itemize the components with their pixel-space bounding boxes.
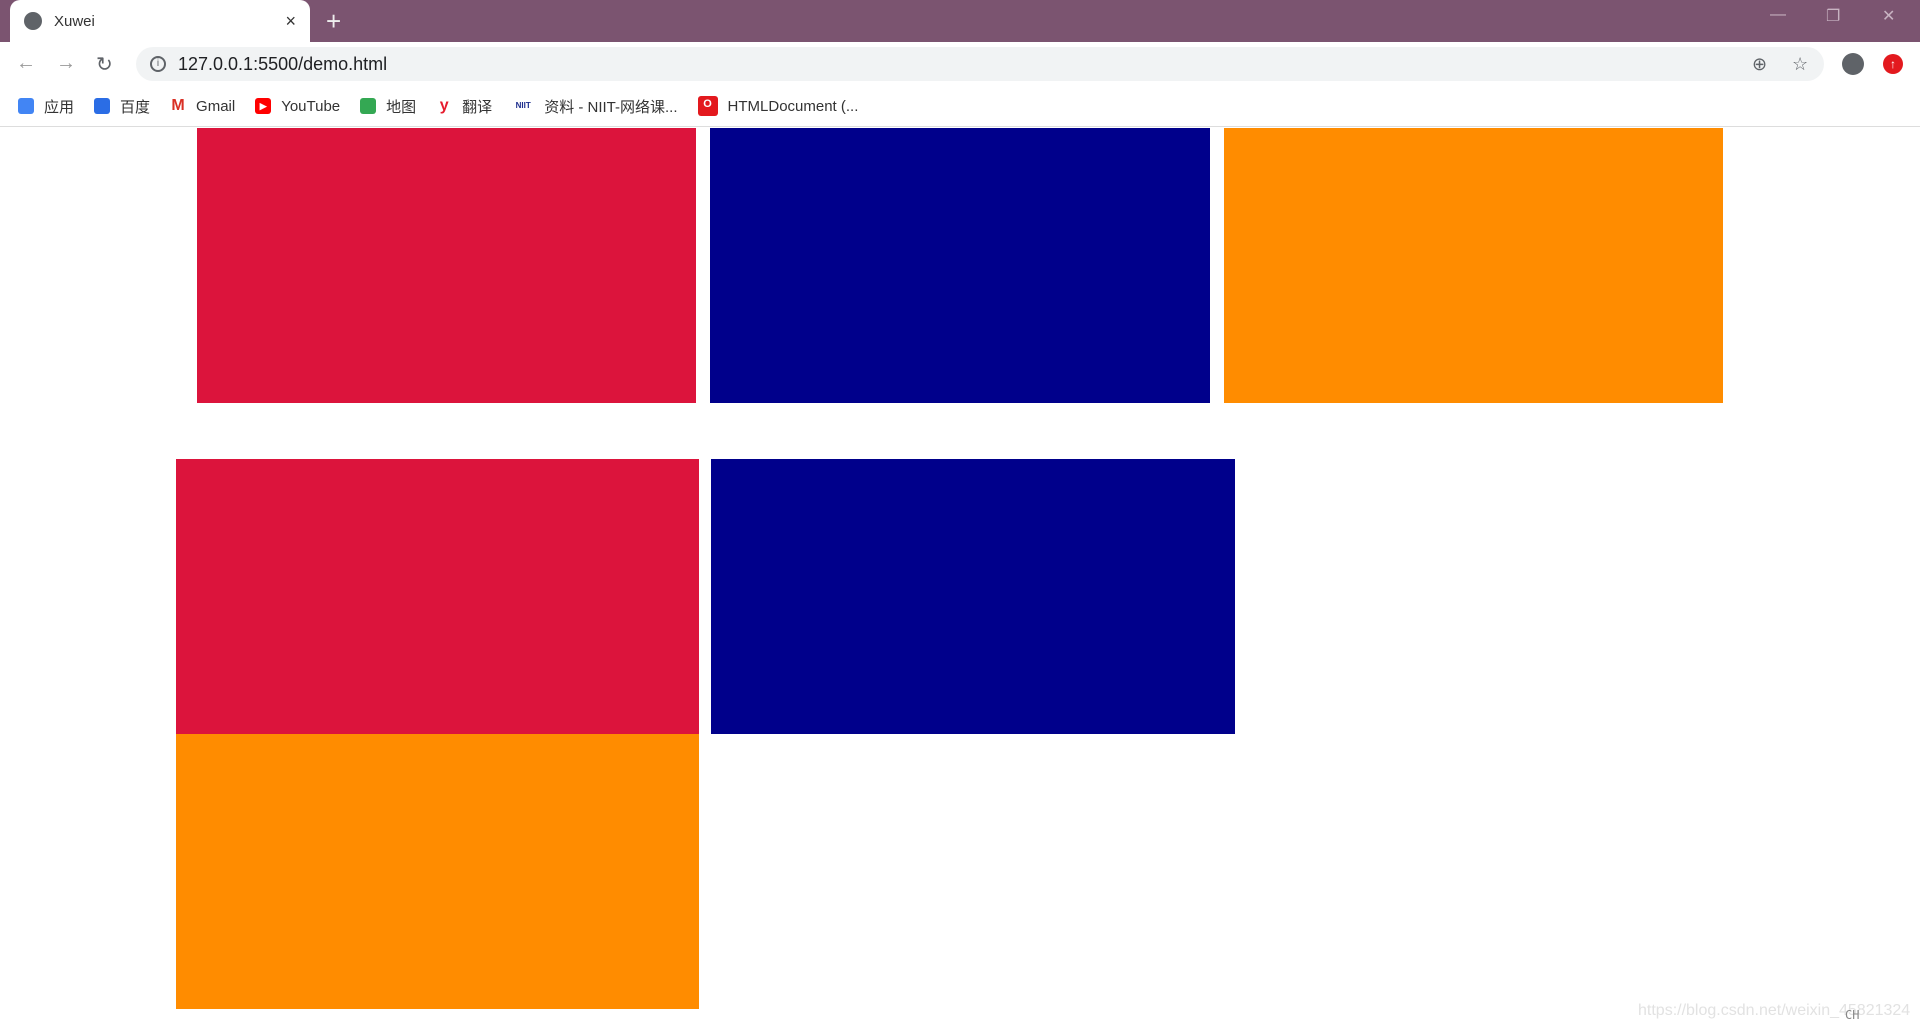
- oracle-icon: O: [697, 96, 718, 116]
- box-red-row1: [197, 128, 696, 403]
- tab-xuwei[interactable]: Xuwei ×: [10, 0, 310, 42]
- bookmark-htmldocument[interactable]: O HTMLDocument (...: [697, 96, 858, 116]
- bookmark-maps[interactable]: 地图: [360, 96, 416, 117]
- url-text[interactable]: 127.0.0.1:5500/demo.html: [178, 54, 387, 75]
- maps-pin-icon: [360, 98, 377, 114]
- gmail-icon: M: [170, 97, 187, 114]
- bookmarks-bar: 应用 百度 M Gmail ▶ YouTube 地图 y 翻译 NIIT 资料 - NI…: [0, 86, 1920, 127]
- box-red-row2: [176, 459, 699, 734]
- tab-title: Xuwei: [54, 12, 95, 30]
- watermark: https://blog.csdn.net/weixin_45821324: [1638, 1002, 1911, 1019]
- box-blue-row1: [710, 128, 1210, 403]
- reload-icon[interactable]: ↻: [96, 52, 113, 77]
- globe-icon: [24, 12, 42, 30]
- zoom-icon[interactable]: ⊕: [1752, 54, 1767, 75]
- new-tab-button[interactable]: +: [326, 6, 341, 37]
- back-icon[interactable]: ←: [16, 52, 36, 75]
- bookmark-gmail[interactable]: M Gmail: [170, 98, 235, 115]
- info-icon[interactable]: i: [150, 56, 166, 72]
- restore-icon[interactable]: ❐: [1826, 6, 1840, 26]
- profile-avatar-icon[interactable]: [1842, 53, 1864, 75]
- minimize-icon[interactable]: —: [1770, 6, 1786, 24]
- box-orange-row2: [176, 734, 699, 1009]
- bookmark-baidu[interactable]: 百度: [94, 96, 150, 117]
- box-blue-row2: [711, 459, 1235, 734]
- bookmark-star-icon[interactable]: ☆: [1792, 54, 1808, 75]
- youtube-icon: ▶: [255, 98, 272, 114]
- forward-icon[interactable]: →: [56, 52, 76, 75]
- update-icon[interactable]: ↑: [1883, 54, 1903, 74]
- close-tab-icon[interactable]: ×: [285, 11, 296, 32]
- youdao-icon: y: [436, 98, 453, 114]
- baidu-paw-icon: [94, 98, 111, 114]
- bookmark-apps[interactable]: 应用: [18, 96, 74, 117]
- niit-icon: NIIT: [512, 98, 535, 114]
- bookmark-youtube[interactable]: ▶ YouTube: [255, 98, 340, 115]
- address-bar[interactable]: i 127.0.0.1:5500/demo.html: [136, 47, 1824, 81]
- box-orange-row1: [1224, 128, 1723, 403]
- tab-strip: Xuwei × + — ❐ ✕: [0, 0, 1920, 42]
- close-window-icon[interactable]: ✕: [1882, 6, 1895, 26]
- toolbar: ← → ↻ i 127.0.0.1:5500/demo.html ⊕ ☆ ↑: [0, 42, 1920, 86]
- bookmark-niit[interactable]: NIIT 资料 - NIIT-网络课...: [512, 96, 678, 117]
- apps-grid-icon: [18, 98, 34, 114]
- ime-indicator[interactable]: CH: [1845, 1008, 1859, 1022]
- bookmark-translate[interactable]: y 翻译: [436, 96, 492, 117]
